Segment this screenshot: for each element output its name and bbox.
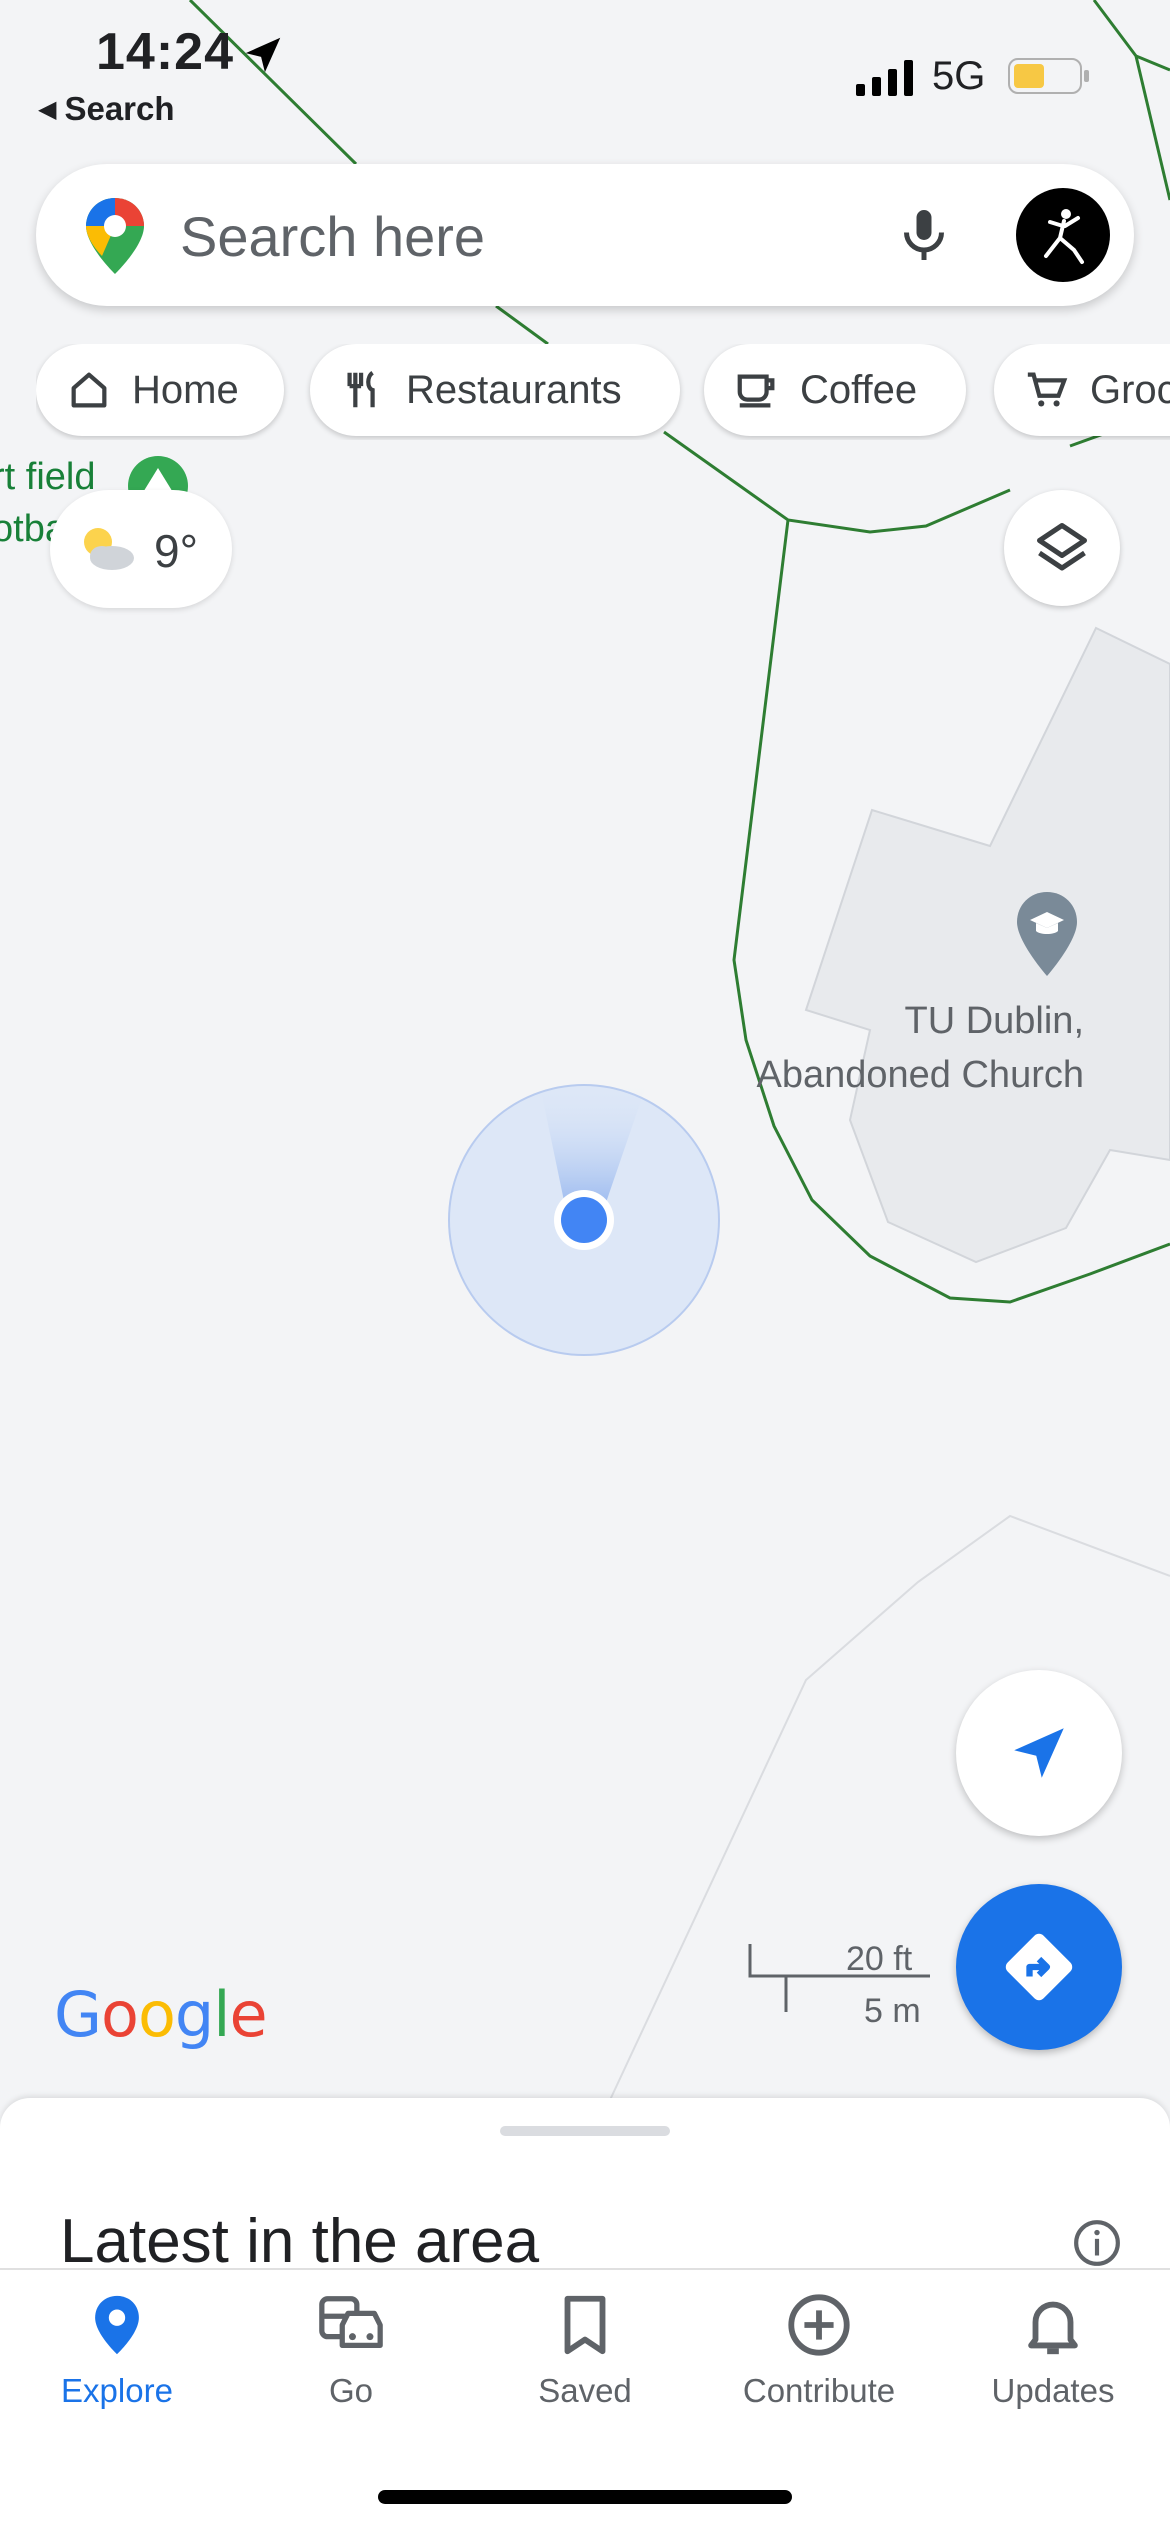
- poi-label-line2: Abandoned Church: [756, 1054, 1084, 1096]
- my-location-button[interactable]: [956, 1670, 1122, 1836]
- coffee-icon: [737, 374, 775, 408]
- partly-cloudy-icon: [84, 528, 134, 570]
- microphone-icon[interactable]: [894, 204, 954, 266]
- tab-label: Saved: [538, 2372, 632, 2409]
- clock: 14:24: [96, 23, 234, 81]
- layers-icon: [1037, 523, 1087, 571]
- chip-groceries[interactable]: Groceries: [994, 344, 1170, 436]
- chip-label: Groceries: [1090, 367, 1170, 412]
- scale-imperial: 20 ft: [846, 1940, 913, 1978]
- scale-metric: 5 m: [864, 1992, 921, 2030]
- back-label: Search: [64, 90, 175, 127]
- chip-home[interactable]: Home: [36, 344, 284, 436]
- search-bar[interactable]: Search here: [36, 164, 1134, 306]
- poi-label[interactable]: TU Dublin, Abandoned Church: [700, 994, 1084, 1102]
- google-logo: Google: [54, 1978, 268, 2051]
- tab-label: Updates: [991, 2372, 1115, 2409]
- battery-icon: [1008, 58, 1089, 94]
- explore-pin-icon: [95, 2295, 139, 2355]
- chip-label: Home: [132, 367, 239, 412]
- network-type: 5G: [932, 54, 986, 98]
- tab-label: Contribute: [742, 2372, 896, 2409]
- directions-icon: [1005, 1933, 1073, 2001]
- back-triangle-icon: ◀: [38, 96, 57, 123]
- tab-saved[interactable]: Saved: [468, 2290, 702, 2410]
- jumpman-logo-icon: [1044, 209, 1084, 264]
- navigation-arrow-icon: [1014, 1728, 1064, 1778]
- chip-label: Coffee: [800, 367, 918, 412]
- commute-icon: [319, 2296, 383, 2349]
- google-maps-pin-icon: [86, 198, 144, 274]
- tab-contribute[interactable]: Contribute: [702, 2290, 936, 2410]
- sheet-title: Latest in the area: [60, 2207, 540, 2268]
- chip-coffee[interactable]: Coffee: [704, 344, 966, 436]
- poi-label-line1: TU Dublin,: [904, 1000, 1085, 1042]
- home-icon: [71, 372, 107, 408]
- add-circle-icon: [788, 2294, 850, 2356]
- tab-label: Explore: [61, 2372, 173, 2409]
- restaurant-icon: [347, 370, 375, 408]
- chip-restaurants[interactable]: Restaurants: [310, 344, 680, 436]
- bottom-sheet[interactable]: Latest in the area: [0, 2098, 1170, 2268]
- back-to-search-link[interactable]: ◀ Search: [38, 90, 175, 128]
- directions-button[interactable]: [956, 1884, 1122, 2050]
- weather-temperature: 9°: [154, 525, 198, 577]
- weather-chip[interactable]: 9°: [50, 490, 232, 608]
- cellular-signal-icon: [856, 60, 913, 96]
- bell-icon: [1028, 2301, 1078, 2355]
- university-pin-icon[interactable]: [1014, 890, 1080, 978]
- tab-label: Go: [328, 2372, 374, 2409]
- map-label-sport-field[interactable]: rt field: [0, 456, 95, 499]
- status-bar: 14:24 ◀ Search 5G: [0, 0, 1170, 130]
- bookmark-icon: [564, 2295, 606, 2355]
- profile-avatar[interactable]: [1016, 188, 1110, 282]
- cart-icon: [1027, 372, 1068, 407]
- tab-go[interactable]: Go: [234, 2290, 468, 2410]
- location-arrow-icon: [245, 37, 281, 73]
- tab-explore[interactable]: Explore: [0, 2290, 234, 2410]
- tab-updates[interactable]: Updates: [936, 2290, 1170, 2410]
- layers-button[interactable]: [1004, 490, 1120, 606]
- chip-label: Restaurants: [406, 367, 622, 412]
- category-chips: Home Restaurants Coffee Groceries: [36, 344, 1170, 440]
- sheet-drag-handle[interactable]: [500, 2126, 670, 2136]
- home-indicator[interactable]: [378, 2490, 792, 2504]
- search-input[interactable]: Search here: [180, 204, 485, 269]
- info-icon[interactable]: [1072, 2218, 1122, 2268]
